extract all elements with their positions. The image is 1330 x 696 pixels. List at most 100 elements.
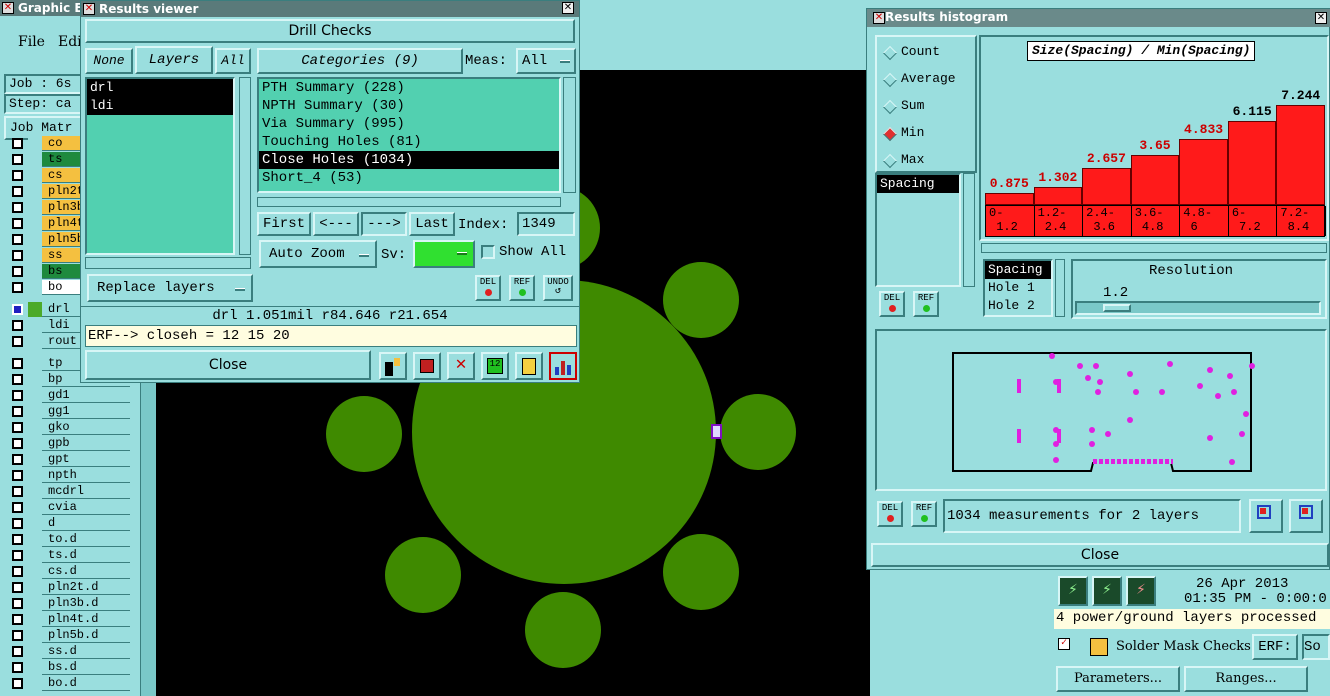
histogram-bar[interactable] <box>985 193 1034 205</box>
layer-checkbox[interactable] <box>12 662 23 673</box>
measurement-marker[interactable] <box>1017 379 1021 393</box>
layer-checkbox[interactable] <box>12 304 23 315</box>
layer-row[interactable]: cvia <box>6 500 130 516</box>
axis-scrollbar[interactable] <box>1055 259 1065 317</box>
measurement-marker[interactable] <box>1243 411 1249 417</box>
measurement-marker[interactable] <box>1197 383 1203 389</box>
measurement-marker[interactable] <box>1053 457 1059 463</box>
zoom-back-icon[interactable] <box>1289 499 1323 533</box>
layer-checkbox[interactable] <box>12 202 23 213</box>
close-icon[interactable]: ✕ <box>562 2 574 14</box>
measurement-marker[interactable] <box>1231 389 1237 395</box>
list-item[interactable]: Hole 2 <box>985 297 1051 315</box>
sv-color-select[interactable] <box>413 240 475 268</box>
measurement-marker[interactable] <box>1207 367 1213 373</box>
layer-row[interactable]: bo.d <box>6 676 130 692</box>
radio-icon[interactable] <box>882 45 898 61</box>
spacing-list[interactable]: Spacing <box>875 173 961 287</box>
numbering-icon[interactable]: 12 <box>481 352 509 380</box>
replace-layers-button[interactable]: Replace layers <box>87 274 253 302</box>
measurement-marker[interactable] <box>1133 389 1139 395</box>
categories-button[interactable]: Categories (9) <box>257 48 463 74</box>
list-item[interactable]: Hole 1 <box>985 279 1051 297</box>
ref-button[interactable]: REF <box>911 501 937 527</box>
slider-handle[interactable] <box>1103 304 1131 312</box>
layer-checkbox[interactable] <box>12 422 23 433</box>
layer-row[interactable]: pln5b.d <box>6 628 130 644</box>
layer-checkbox[interactable] <box>12 534 23 545</box>
resolution-slider[interactable] <box>1075 301 1321 315</box>
layer-checkbox[interactable] <box>12 646 23 657</box>
report-icon[interactable] <box>515 352 543 380</box>
layer-row[interactable]: gpt <box>6 452 130 468</box>
first-button[interactable]: First <box>257 212 311 236</box>
radio-icon[interactable] <box>882 99 898 115</box>
category-list[interactable]: PTH Summary (228) NPTH Summary (30) Via Su… <box>257 77 561 193</box>
layer-checkbox[interactable] <box>12 438 23 449</box>
layer-name[interactable]: ts.d <box>42 548 130 563</box>
layer-row[interactable]: ts.d <box>6 548 130 564</box>
category-item[interactable]: PTH Summary (228) <box>259 79 559 97</box>
zoom-to-icon[interactable] <box>1249 499 1283 533</box>
layer-name[interactable]: npth <box>42 468 130 483</box>
list-item[interactable]: Spacing <box>985 261 1051 279</box>
measurement-marker-row[interactable] <box>1093 459 1173 464</box>
index-input[interactable]: 1349 <box>517 212 575 236</box>
stat-option-count[interactable]: Count <box>877 41 977 68</box>
measurement-marker[interactable] <box>1057 379 1061 393</box>
measurement-marker[interactable] <box>1239 431 1245 437</box>
layer-name[interactable]: to.d <box>42 532 130 547</box>
layer-row[interactable]: pln3b.d <box>6 596 130 612</box>
layer-checkbox[interactable] <box>12 550 23 561</box>
measurement-marker[interactable] <box>1049 353 1055 359</box>
layer-checkbox[interactable] <box>12 186 23 197</box>
layer-row[interactable]: to.d <box>6 532 130 548</box>
last-button[interactable]: Last <box>409 212 455 236</box>
layer-row[interactable]: mcdrl <box>6 484 130 500</box>
layer-row[interactable]: gko <box>6 420 130 436</box>
measurement-marker[interactable] <box>1085 375 1091 381</box>
show-all-checkbox[interactable] <box>481 245 495 259</box>
del-button[interactable]: DEL <box>879 291 905 317</box>
layer-name[interactable]: bo.d <box>42 676 130 691</box>
category-item[interactable]: Touching Holes (81) <box>259 133 559 151</box>
check-name[interactable]: Solder Mask Checks <box>1116 639 1251 654</box>
histogram-bar[interactable] <box>1276 105 1325 205</box>
layer-checkbox[interactable] <box>12 390 23 401</box>
layer-checkbox[interactable] <box>12 614 23 625</box>
layer-name[interactable]: pln3b.d <box>42 596 130 611</box>
category-item[interactable]: Short_4 (53) <box>259 169 559 187</box>
list-item[interactable]: drl <box>87 79 233 97</box>
histogram-bar[interactable] <box>1227 121 1277 205</box>
layer-checkbox[interactable] <box>12 582 23 593</box>
parameters-button[interactable]: Parameters... <box>1056 666 1180 692</box>
check-enabled-checkbox[interactable]: ✓ <box>1058 638 1070 650</box>
layer-row[interactable]: cs.d <box>6 564 130 580</box>
measurement-marker[interactable] <box>1057 429 1061 443</box>
category-item[interactable]: Close Holes (1034) <box>259 151 559 169</box>
measurement-marker[interactable] <box>1127 371 1133 377</box>
del-button[interactable]: DEL <box>475 275 501 301</box>
layer-name[interactable]: cs.d <box>42 564 130 579</box>
stat-option-sum[interactable]: Sum <box>877 95 977 122</box>
layer-row[interactable]: ss.d <box>6 644 130 660</box>
ref-button[interactable]: REF <box>509 275 535 301</box>
layer-checkbox[interactable] <box>12 234 23 245</box>
layer-checkbox[interactable] <box>12 518 23 529</box>
category-item[interactable]: NPTH Summary (30) <box>259 97 559 115</box>
histogram-menu-icon[interactable]: ✕ <box>873 12 885 24</box>
category-scrollbar[interactable] <box>563 77 576 193</box>
layer-checkbox[interactable] <box>12 454 23 465</box>
layer-row[interactable]: gg1 <box>6 404 130 420</box>
layer-row[interactable]: pln4t.d <box>6 612 130 628</box>
layer-checkbox[interactable] <box>12 678 23 689</box>
layer-name[interactable]: bs.d <box>42 660 130 675</box>
stat-option-max[interactable]: Max <box>877 149 977 176</box>
layer-checkbox[interactable] <box>12 154 23 165</box>
layer-row[interactable]: bs.d <box>6 660 130 676</box>
measurement-marker[interactable] <box>1215 393 1221 399</box>
previous-button[interactable]: <--- <box>313 212 359 236</box>
highlight-icon[interactable] <box>379 352 407 380</box>
close-icon[interactable]: ✕ <box>1315 12 1327 24</box>
meas-select[interactable]: All <box>516 48 576 74</box>
